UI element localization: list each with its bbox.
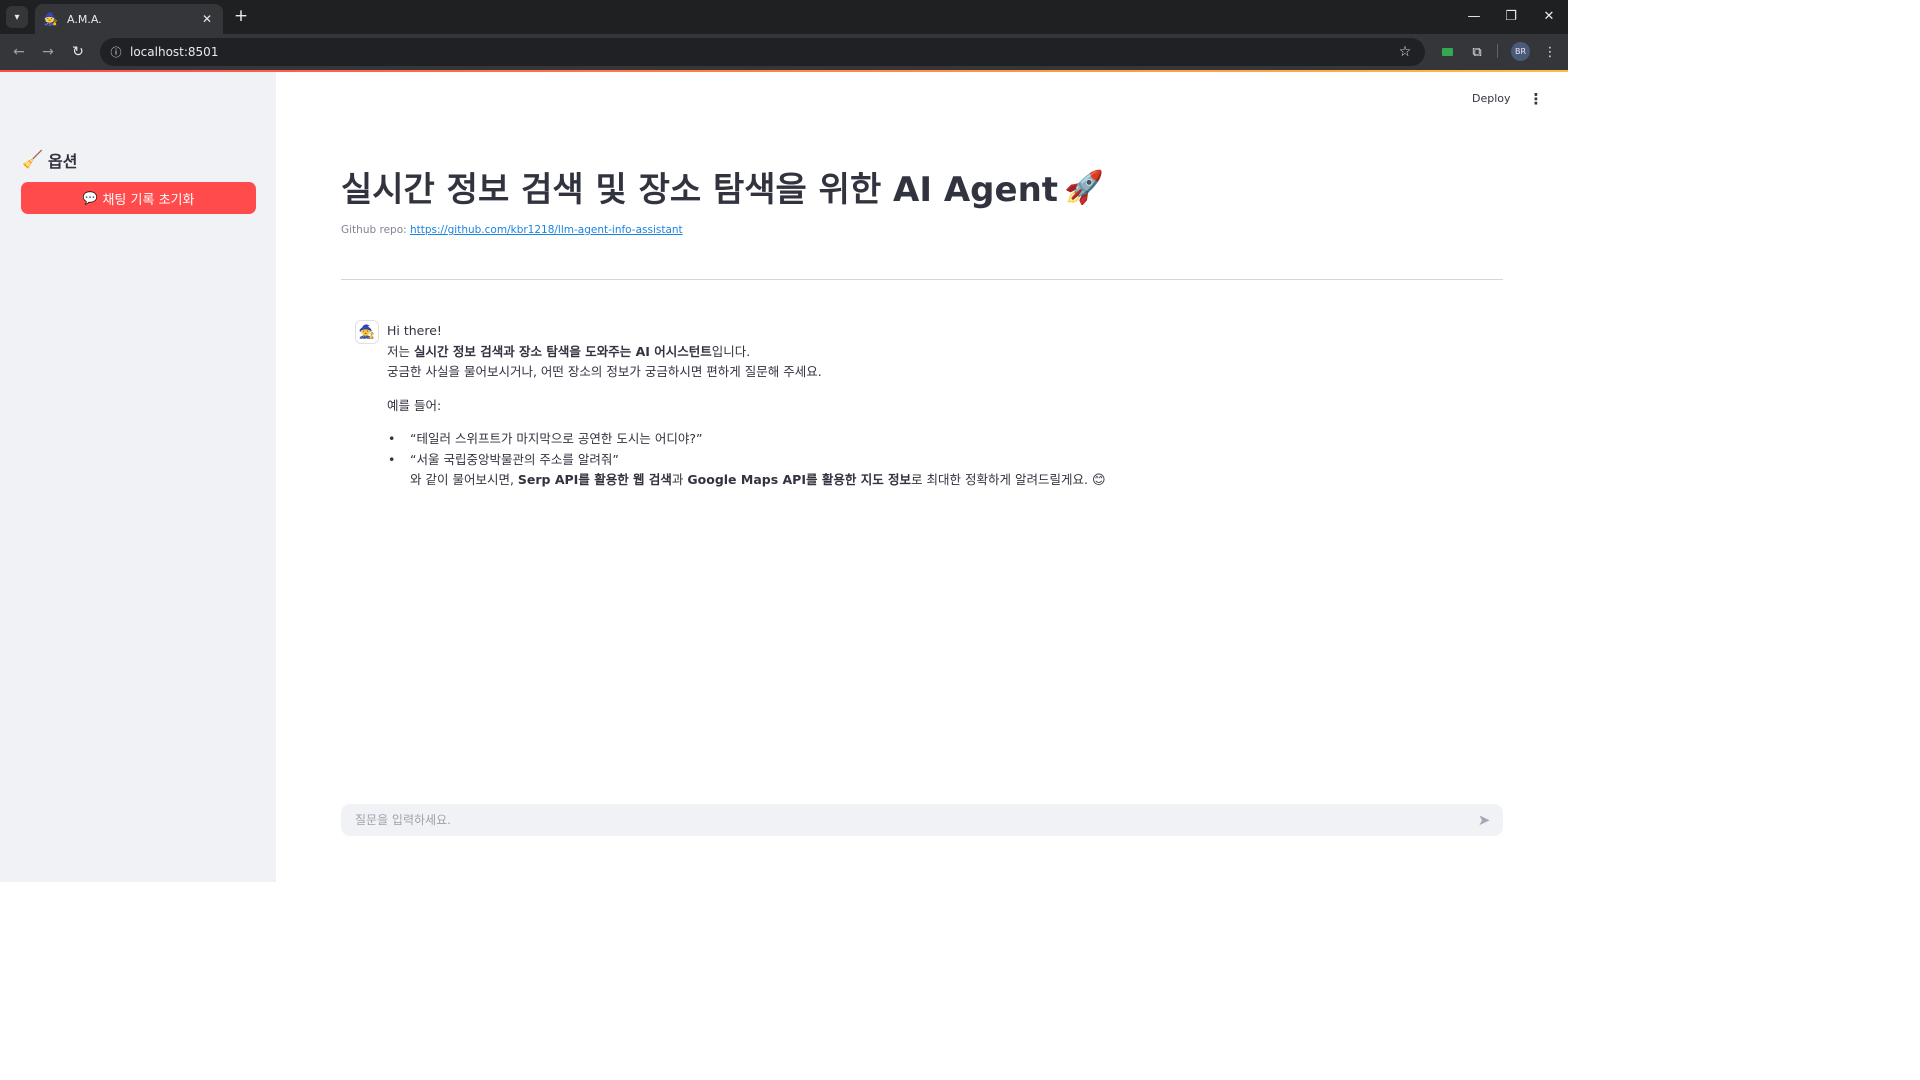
- deploy-button[interactable]: Deploy: [1472, 92, 1511, 105]
- address-bar[interactable]: ⓘ localhost:8501 ☆: [100, 38, 1425, 66]
- page-title: 실시간 정보 검색 및 장소 탐색을 위한 AI Agent 🚀: [341, 162, 1104, 211]
- broom-icon: 🧹: [22, 150, 44, 170]
- list-item: “서울 국립중앙박물관의 주소를 알려줘”와 같이 물어보시면, Serp AP…: [387, 450, 1487, 492]
- page-title-text: 실시간 정보 검색 및 장소 탐색을 위한 AI Agent: [341, 170, 1059, 210]
- reset-chat-button[interactable]: 💬 채팅 기록 초기화: [21, 182, 256, 214]
- sidebar-title: 옵션: [48, 152, 78, 171]
- browser-tab[interactable]: 🧙 A.M.A. ✕: [35, 4, 223, 34]
- reset-chat-label: 채팅 기록 초기화: [102, 192, 195, 208]
- tab-favicon-icon: 🧙: [43, 12, 58, 26]
- main-menu-icon[interactable]: ⋮: [1528, 88, 1544, 110]
- close-tab-icon[interactable]: ✕: [199, 12, 215, 26]
- chat-input[interactable]: [341, 804, 1469, 836]
- back-icon[interactable]: ←: [8, 41, 30, 63]
- site-info-icon[interactable]: ⓘ: [106, 42, 126, 62]
- list-item: “테일러 스위프트가 마지막으로 공연한 도시는 어디야?”: [387, 429, 1487, 450]
- assistant-avatar: 🧙: [355, 320, 379, 344]
- tab-list-icon[interactable]: ▾: [6, 6, 28, 28]
- message-example-header: 예를 들어:: [387, 397, 442, 413]
- browser-menu-icon[interactable]: ⋮: [1540, 42, 1560, 62]
- main-content: Deploy ⋮ 실시간 정보 검색 및 장소 탐색을 위한 AI Agent 🚀…: [276, 72, 1568, 882]
- rocket-icon: 🚀: [1064, 167, 1104, 206]
- speech-bubble-icon: 💬: [82, 191, 98, 205]
- url-text[interactable]: localhost:8501: [130, 45, 1393, 59]
- extension-icon[interactable]: [1437, 42, 1457, 62]
- message-greeting: Hi there!: [387, 323, 442, 338]
- message-line2: 궁금한 사실을 물어보시거나, 어떤 장소의 정보가 궁금하시면 편하게 질문해…: [387, 364, 822, 379]
- forward-icon[interactable]: →: [37, 41, 59, 63]
- browser-tab-bar: ▾ 🧙 A.M.A. ✕ + — ❐ ✕: [0, 0, 1568, 34]
- extensions-puzzle-icon[interactable]: ⧉: [1467, 42, 1487, 62]
- bookmark-star-icon[interactable]: ☆: [1393, 44, 1417, 60]
- message-intro: 저는 실시간 정보 검색과 장소 탐색을 도와주는 AI 어시스턴트입니다.: [387, 343, 751, 359]
- repo-link[interactable]: https://github.com/kbr1218/llm-agent-inf…: [410, 224, 683, 236]
- assistant-message: Hi there! 저는 실시간 정보 검색과 장소 탐색을 도와주는 AI 어…: [387, 321, 1487, 492]
- send-icon[interactable]: ➤: [1469, 811, 1499, 829]
- smile-icon: 😊: [1091, 473, 1106, 488]
- reload-icon[interactable]: ↻: [67, 41, 89, 63]
- sidebar-header: 🧹 옵션: [22, 148, 77, 172]
- repo-prefix: Github repo:: [341, 224, 407, 236]
- minimize-icon[interactable]: —: [1462, 6, 1486, 26]
- sidebar: 🧹 옵션 💬 채팅 기록 초기화: [0, 72, 276, 882]
- repo-caption: Github repo: https://github.com/kbr1218/…: [341, 224, 683, 236]
- toolbar-divider: [1497, 44, 1498, 58]
- new-tab-icon[interactable]: +: [231, 6, 251, 26]
- tab-title: A.M.A.: [67, 12, 102, 26]
- profile-avatar[interactable]: BR: [1511, 42, 1530, 61]
- chat-input-box: ➤: [341, 804, 1503, 836]
- divider: [341, 279, 1503, 280]
- browser-toolbar: ← → ↻ ⓘ localhost:8501 ☆ ⧉ ⋮: [0, 34, 1568, 70]
- example-list: “테일러 스위프트가 마지막으로 공연한 도시는 어디야?” “서울 국립중앙박…: [387, 429, 1487, 492]
- close-window-icon[interactable]: ✕: [1537, 6, 1561, 26]
- restore-icon[interactable]: ❐: [1499, 6, 1523, 26]
